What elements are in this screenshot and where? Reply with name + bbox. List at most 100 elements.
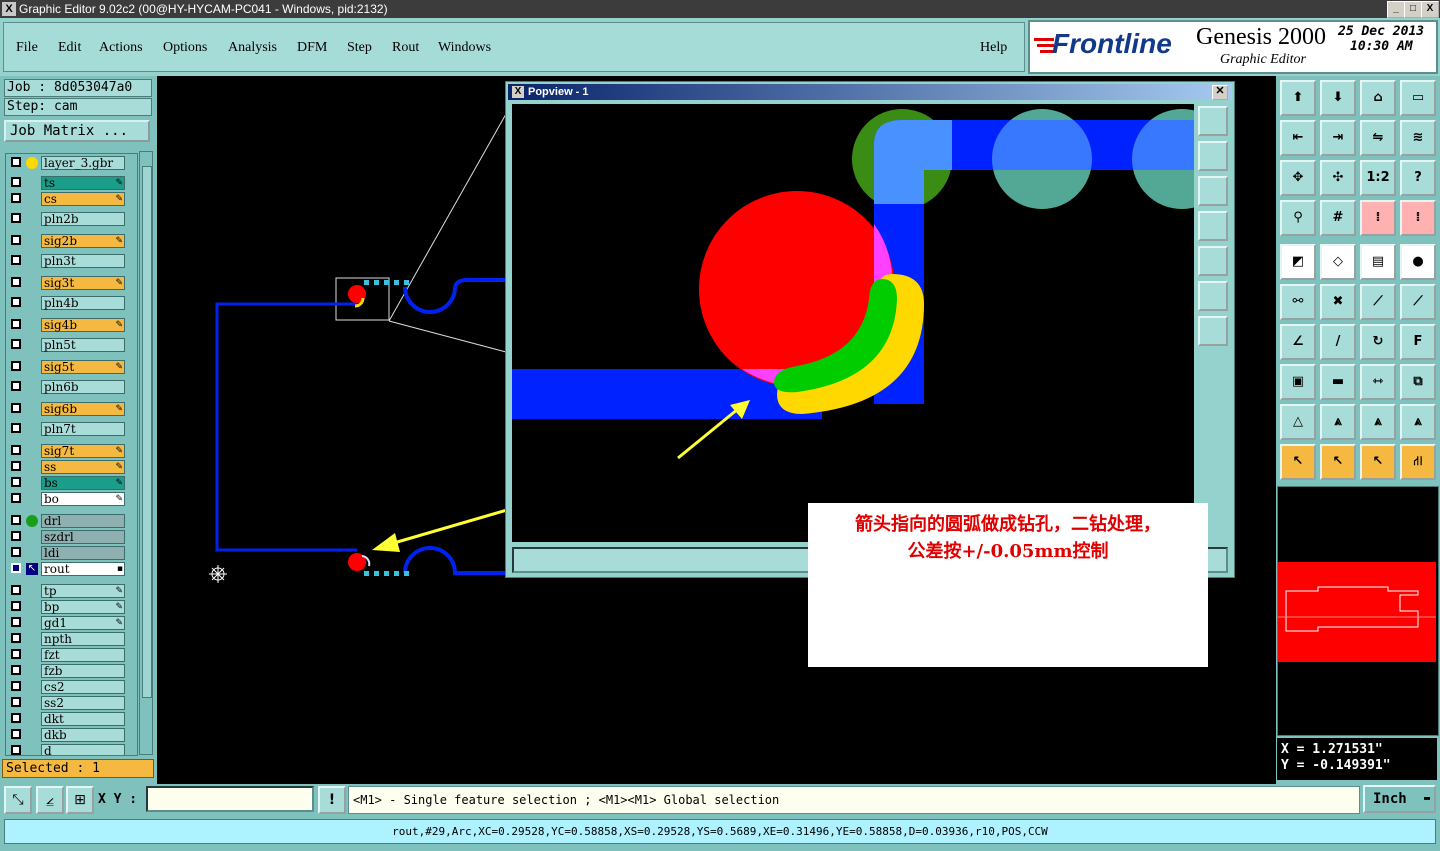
arc-button[interactable]: ↻ [1360,324,1396,360]
layer-row[interactable]: sig2b ✎ [6,234,131,248]
minimize-button[interactable]: _ [1387,1,1405,18]
layer-row[interactable]: bp ✎ [6,600,131,614]
layer-name[interactable]: pln7t [41,422,125,436]
layer-name[interactable]: cs ✎ [41,192,125,206]
measure-button[interactable]: ⚲ [1280,200,1316,236]
home-button[interactable]: ⬆ [1280,80,1316,116]
layer-checkbox[interactable] [11,213,21,223]
layer-checkbox[interactable] [11,633,21,643]
ruler-button[interactable]: ▤ [1360,244,1396,280]
layer-row[interactable]: szdrl [6,530,131,544]
copy-button[interactable]: ⧉ [1400,364,1436,400]
layer-checkbox[interactable] [11,235,21,245]
layer-row[interactable]: ss2 [6,696,131,710]
layer-name[interactable]: sig4b ✎ [41,318,125,332]
menu-file[interactable]: File [16,40,38,56]
layer-name[interactable]: pln2b [41,212,125,226]
ratio-button[interactable]: 1:2 [1360,160,1396,196]
layer-name[interactable]: bs ✎ [41,476,125,490]
layer-row[interactable]: sig4b ✎ [6,318,131,332]
cut-button[interactable]: ✖ [1320,284,1356,320]
zoom-out-button[interactable]: ⇤ [1280,120,1316,156]
menu-rout[interactable]: Rout [392,40,419,56]
layer-name[interactable]: ts ✎ [41,176,125,190]
layer-name[interactable]: pln5t [41,338,125,352]
layer-checkbox[interactable] [11,585,21,595]
layer-row[interactable]: sig5t ✎ [6,360,131,374]
layer-name[interactable]: fzb [41,664,125,678]
edit-button[interactable]: ◇ [1320,244,1356,280]
popview-tool-button[interactable] [1198,106,1228,136]
layer-checkbox[interactable] [11,157,21,167]
triangle-button[interactable]: △ [1280,404,1316,440]
layer-name[interactable]: dkt [41,712,125,726]
layer-name[interactable]: gd1 ✎ [41,616,125,630]
layer-row[interactable]: dkt [6,712,131,726]
cursor-button[interactable]: ↖ [1280,444,1316,480]
layer-name[interactable]: bp ✎ [41,600,125,614]
grid-button[interactable]: # [1320,200,1356,236]
layer-checkbox[interactable] [11,403,21,413]
layer-row[interactable]: ldi [6,546,131,560]
layer-name[interactable]: dkb [41,728,125,742]
layer-row[interactable]: sig3t ✎ [6,276,131,290]
layer-checkbox[interactable] [11,381,21,391]
slot-button[interactable]: ▬ [1320,364,1356,400]
layer-row[interactable]: pln2b [6,212,131,226]
layer-checkbox[interactable] [11,601,21,611]
snap2-button[interactable]: ⁞ [1400,200,1436,236]
layer-name[interactable]: pln3t [41,254,125,268]
rout-segment[interactable] [453,278,505,288]
fit-button[interactable]: ✥ [1280,160,1316,196]
layer-row[interactable]: layer_3.gbr [6,156,131,170]
layer-name[interactable]: sig6b ✎ [41,402,125,416]
popview-close-button[interactable]: ✕ [1212,85,1228,100]
pad-button[interactable]: ▣ [1280,364,1316,400]
overview-map[interactable] [1277,486,1439,736]
rout-notch-top[interactable] [403,286,457,314]
rout-outline[interactable] [215,302,357,552]
layer-name[interactable]: rout ▪ [41,562,125,576]
menu-actions[interactable]: Actions [99,40,143,56]
layer-name[interactable]: tp ✎ [41,584,125,598]
layer-row[interactable]: ss ✎ [6,460,131,474]
layer-name[interactable]: cs2 [41,680,125,694]
unit-selector[interactable]: Inch ▬ [1363,785,1436,813]
layer-checkbox[interactable] [11,339,21,349]
popview-pan-right-button[interactable] [1198,246,1228,276]
zoom-in-button[interactable]: ⬇ [1320,80,1356,116]
line-button[interactable]: ⟋ [1360,284,1396,320]
cursor-ring-button[interactable]: ↖ [1360,444,1396,480]
grid-button[interactable]: ⊞ [66,786,94,814]
layer-checkbox[interactable] [11,713,21,723]
arch3-button[interactable]: ⩓ [1400,404,1436,440]
path-button[interactable]: ⛙ [1400,444,1436,480]
layer-scrollbar[interactable] [139,151,153,755]
layer-checkbox[interactable] [11,493,21,503]
connect-button[interactable]: ⟋ [1400,284,1436,320]
layer-row[interactable]: sig6b ✎ [6,402,131,416]
text-button[interactable]: F [1400,324,1436,360]
alert-button[interactable]: ! [318,786,346,814]
layer-row[interactable]: pln7t [6,422,131,436]
layer-name[interactable]: ss ✎ [41,460,125,474]
layer-checkbox[interactable] [11,461,21,471]
layer-checkbox[interactable] [11,617,21,627]
layer-name[interactable]: d [41,744,125,755]
layer-checkbox[interactable] [11,193,21,203]
zoom-box-button[interactable]: ⤡ [4,786,32,814]
layer-checkbox[interactable] [11,319,21,329]
menu-help[interactable]: Help [980,40,1007,56]
menu-dfm[interactable]: DFM [297,40,327,56]
layer-checkbox[interactable] [11,255,21,265]
redraw-button[interactable]: ≋ [1400,120,1436,156]
layer-name[interactable]: sig7t ✎ [41,444,125,458]
layer-name[interactable]: sig3t ✎ [41,276,125,290]
popview-zoom-in-button[interactable] [1198,141,1228,171]
arch2-button[interactable]: ⩓ [1360,404,1396,440]
popview-canvas[interactable] [512,104,1194,542]
zoom-prev-button[interactable]: ⇥ [1320,120,1356,156]
layer-row[interactable]: pln5t [6,338,131,352]
popview-fit-button[interactable] [1198,281,1228,311]
help-button[interactable]: ? [1400,160,1436,196]
